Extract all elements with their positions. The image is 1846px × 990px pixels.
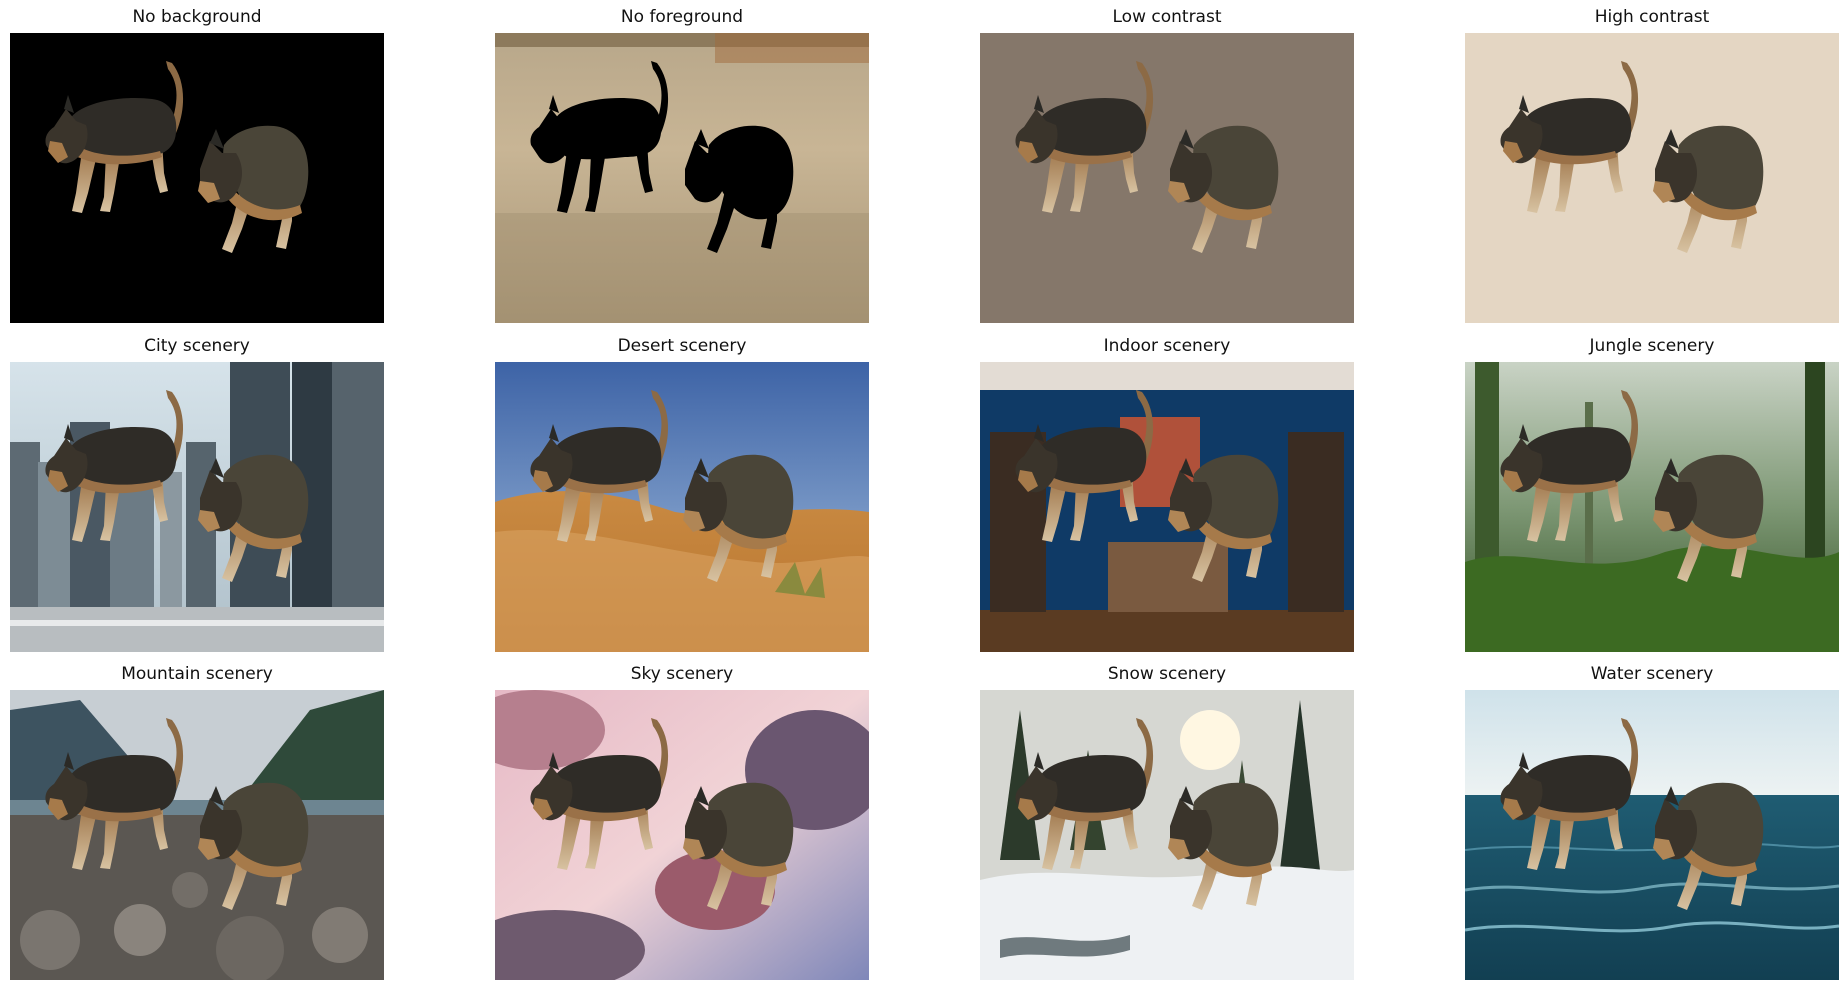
panel-no-foreground: No foreground (495, 7, 869, 323)
panel-indoor-scenery: Indoor scenery (980, 336, 1354, 652)
panel-title: Low contrast (1112, 7, 1222, 27)
panel-image (495, 690, 869, 980)
panel-image (495, 33, 869, 323)
panel-water-scenery: Water scenery (1465, 664, 1839, 980)
panel-image (495, 362, 869, 652)
panel-low-contrast: Low contrast (980, 7, 1354, 323)
panel-no-background: No background (10, 7, 384, 323)
panel-title: Water scenery (1590, 664, 1714, 684)
panel-image (1465, 690, 1839, 980)
panel-image (1465, 362, 1839, 652)
panel-title: Snow scenery (1107, 664, 1227, 684)
panel-title: Mountain scenery (121, 664, 273, 684)
panel-mountain-scenery: Mountain scenery (10, 664, 384, 980)
panel-title: City scenery (144, 336, 250, 356)
panel-snow-scenery: Snow scenery (980, 664, 1354, 980)
panel-title: Indoor scenery (1103, 336, 1231, 356)
panel-title: High contrast (1594, 7, 1710, 27)
panel-image (980, 362, 1354, 652)
panel-image (10, 690, 384, 980)
panel-title: No background (132, 7, 262, 27)
panel-image (980, 690, 1354, 980)
panel-title: Desert scenery (617, 336, 747, 356)
panel-city-scenery: City scenery (10, 336, 384, 652)
panel-image (980, 33, 1354, 323)
panel-title: No foreground (620, 7, 744, 27)
panel-desert-scenery: Desert scenery (495, 336, 869, 652)
panel-image (1465, 33, 1839, 323)
panel-jungle-scenery: Jungle scenery (1465, 336, 1839, 652)
panel-sky-scenery: Sky scenery (495, 664, 869, 980)
panel-title: Sky scenery (630, 664, 734, 684)
panel-high-contrast: High contrast (1465, 7, 1839, 323)
panel-title: Jungle scenery (1589, 336, 1715, 356)
panel-image (10, 362, 384, 652)
panel-image (10, 33, 384, 323)
